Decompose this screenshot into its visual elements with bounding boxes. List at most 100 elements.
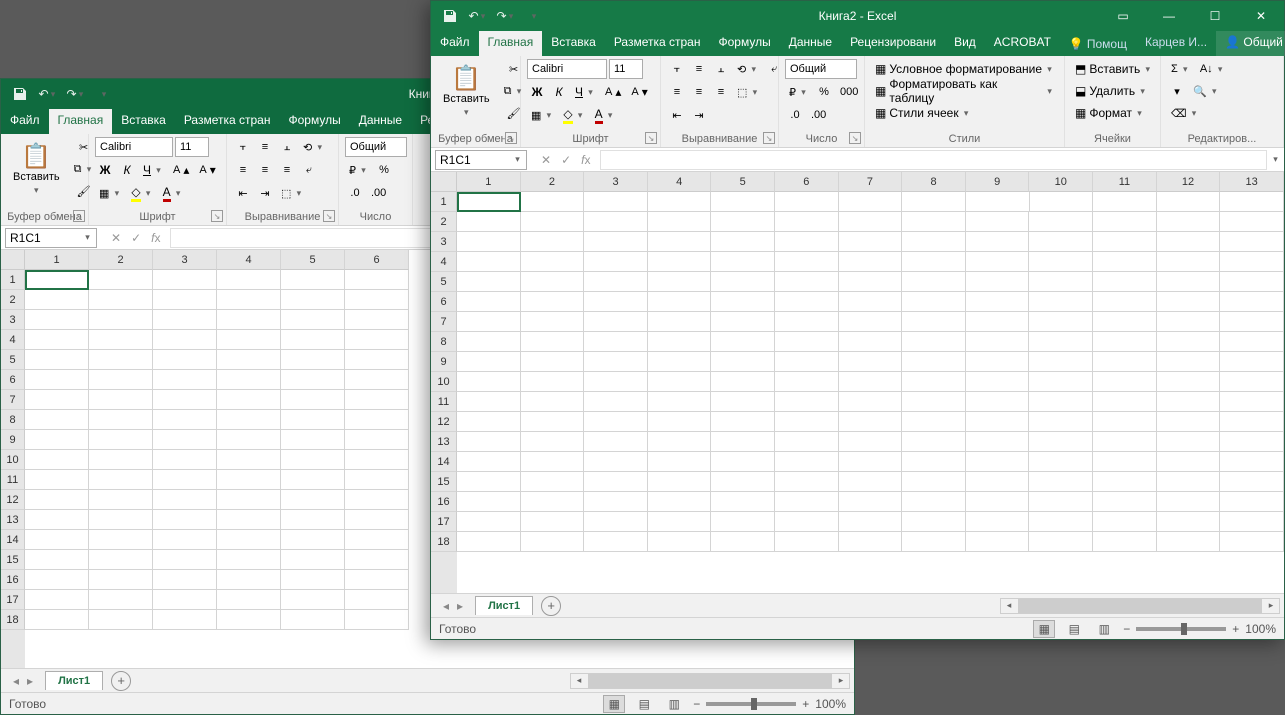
cell[interactable]	[966, 252, 1030, 272]
tab-data[interactable]: Данные	[350, 109, 411, 134]
cell[interactable]	[648, 412, 712, 432]
save-icon[interactable]	[9, 83, 31, 105]
cell[interactable]	[1030, 192, 1094, 212]
cell[interactable]	[1157, 232, 1221, 252]
cell[interactable]	[89, 290, 153, 310]
cell[interactable]	[1029, 272, 1093, 292]
cell[interactable]	[345, 390, 409, 410]
cell[interactable]	[648, 532, 712, 552]
cell[interactable]	[839, 332, 903, 352]
cell[interactable]	[89, 470, 153, 490]
row-header[interactable]: 15	[1, 550, 25, 570]
cell[interactable]	[1157, 392, 1221, 412]
col-header[interactable]: 5	[281, 250, 345, 270]
indent-inc-icon[interactable]: ⇥	[255, 183, 275, 203]
cell[interactable]	[345, 290, 409, 310]
cell[interactable]	[902, 492, 966, 512]
cell[interactable]	[217, 330, 281, 350]
tab-acrobat[interactable]: ACROBAT	[985, 31, 1060, 56]
italic-button[interactable]: К	[117, 160, 137, 180]
account-button[interactable]: Карцев И...	[1136, 31, 1216, 56]
cell[interactable]	[966, 232, 1030, 252]
font-name-input[interactable]	[95, 137, 173, 157]
cell[interactable]	[1029, 472, 1093, 492]
cell[interactable]	[775, 292, 839, 312]
cell[interactable]	[521, 212, 585, 232]
cell[interactable]	[839, 452, 903, 472]
horizontal-scrollbar[interactable]: ◂▸	[570, 673, 850, 689]
cell[interactable]	[1093, 352, 1157, 372]
align-left-icon[interactable]: ≡	[667, 82, 687, 102]
zoom-in-icon[interactable]: +	[1232, 622, 1239, 636]
cell[interactable]	[839, 312, 903, 332]
clipboard-launcher-icon[interactable]: ↘	[73, 210, 85, 222]
cell[interactable]	[966, 192, 1030, 212]
cell[interactable]	[1220, 532, 1284, 552]
cell[interactable]	[217, 450, 281, 470]
cell[interactable]	[839, 392, 903, 412]
cell[interactable]	[648, 272, 712, 292]
cell[interactable]	[711, 212, 775, 232]
row-header[interactable]: 17	[431, 512, 457, 532]
cell[interactable]	[1157, 332, 1221, 352]
currency-icon[interactable]: ₽▾	[345, 160, 372, 180]
cell[interactable]	[966, 292, 1030, 312]
cell[interactable]	[711, 392, 775, 412]
dec-decimal-icon[interactable]: .00	[807, 105, 830, 125]
currency-icon[interactable]: ₽▾	[785, 82, 812, 102]
col-header[interactable]: 3	[584, 172, 648, 192]
cell[interactable]	[457, 332, 521, 352]
cell[interactable]	[153, 290, 217, 310]
cell[interactable]	[457, 272, 521, 292]
cell[interactable]	[25, 350, 89, 370]
indent-inc-icon[interactable]: ⇥	[689, 105, 709, 125]
expand-formula-icon[interactable]: ▾	[1271, 154, 1280, 165]
cell[interactable]	[1157, 472, 1221, 492]
cell[interactable]	[775, 332, 839, 352]
cell[interactable]	[775, 472, 839, 492]
cell[interactable]	[89, 330, 153, 350]
bold-button[interactable]: Ж	[527, 82, 547, 102]
underline-button[interactable]: Ч▾	[139, 160, 167, 180]
cell[interactable]	[902, 392, 966, 412]
cell[interactable]	[902, 312, 966, 332]
cell[interactable]	[839, 192, 903, 212]
cell[interactable]	[25, 530, 89, 550]
cell[interactable]	[1220, 332, 1284, 352]
cell[interactable]	[648, 432, 712, 452]
cell[interactable]	[345, 370, 409, 390]
col-header[interactable]: 13	[1220, 172, 1284, 192]
align-left-icon[interactable]: ≡	[233, 160, 253, 180]
cell[interactable]	[711, 492, 775, 512]
cell[interactable]	[584, 192, 648, 212]
cell[interactable]	[457, 432, 521, 452]
cell[interactable]	[1093, 192, 1157, 212]
cell[interactable]	[648, 312, 712, 332]
cell[interactable]	[1029, 492, 1093, 512]
cell[interactable]	[902, 432, 966, 452]
cell[interactable]	[839, 232, 903, 252]
cell[interactable]	[839, 272, 903, 292]
zoom-level[interactable]: 100%	[815, 697, 846, 711]
cell[interactable]	[1093, 252, 1157, 272]
pagebreak-view-icon[interactable]: ▥	[1093, 620, 1115, 638]
orientation-icon[interactable]: ⟲▾	[299, 137, 328, 157]
cell[interactable]	[89, 610, 153, 630]
cell[interactable]	[153, 590, 217, 610]
borders-icon[interactable]: ▦▾	[527, 105, 557, 125]
cell[interactable]	[153, 330, 217, 350]
col-header[interactable]: 2	[521, 172, 585, 192]
row-header[interactable]: 7	[1, 390, 25, 410]
cell[interactable]	[711, 192, 775, 212]
cell[interactable]	[153, 610, 217, 630]
cell[interactable]	[153, 310, 217, 330]
cell[interactable]	[89, 550, 153, 570]
cell[interactable]	[775, 312, 839, 332]
cell[interactable]	[902, 452, 966, 472]
cell[interactable]	[281, 270, 345, 290]
zoom-slider[interactable]	[1136, 627, 1226, 631]
normal-view-icon[interactable]: ▦	[1033, 620, 1055, 638]
format-cells-button[interactable]: ▦Формат▾	[1071, 103, 1156, 123]
cell[interactable]	[1093, 272, 1157, 292]
layout-view-icon[interactable]: ▤	[1063, 620, 1085, 638]
